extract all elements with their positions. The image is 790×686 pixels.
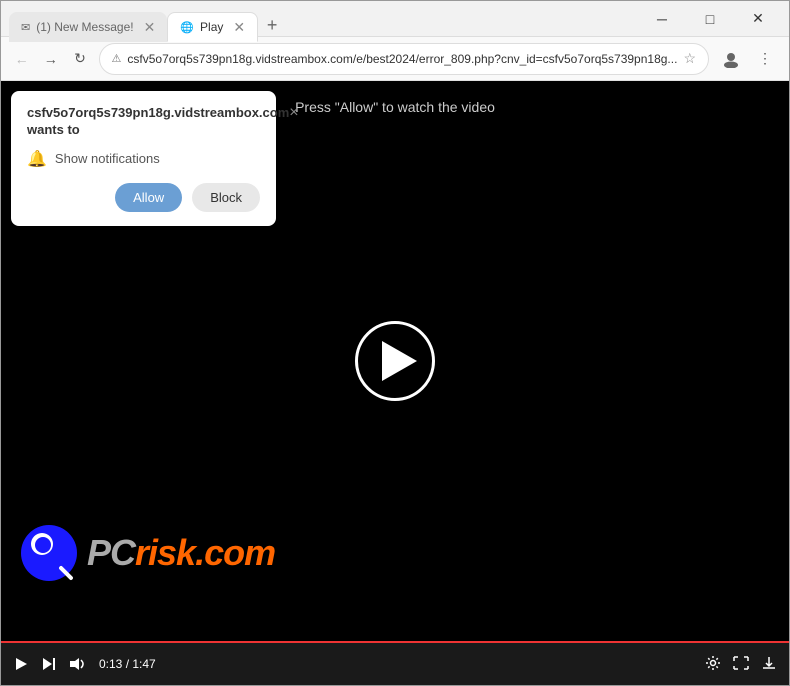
browser-window: ✉ (1) New Message! ✕ 🌐 Play ✕ + ─ □ ✕ ← … (0, 0, 790, 686)
menu-icon[interactable]: ⋮ (751, 45, 779, 73)
bell-icon: 🔔 (27, 149, 47, 169)
new-tab-button[interactable]: + (258, 11, 286, 39)
pcrisk-logo: PCrisk.com (21, 525, 275, 581)
tab-bar: ✉ (1) New Message! ✕ 🌐 Play ✕ + (9, 1, 639, 36)
minimize-button[interactable]: ─ (639, 4, 685, 34)
maximize-button[interactable]: □ (687, 4, 733, 34)
popup-notification-row: 🔔 Show notifications (27, 149, 260, 169)
forward-button[interactable]: → (40, 45, 61, 73)
fullscreen-icon[interactable] (733, 656, 749, 673)
bookmark-icon[interactable]: ☆ (683, 50, 696, 67)
notification-popup: csfv5o7orq5s739pn18g.vidstreambox.com wa… (11, 91, 276, 226)
video-controls: 0:13 / 1:47 (1, 641, 789, 685)
close-button[interactable]: ✕ (735, 4, 781, 34)
settings-icon[interactable] (705, 655, 721, 674)
popup-title: csfv5o7orq5s739pn18g.vidstreambox.com wa… (27, 105, 289, 139)
tab-email-label: (1) New Message! (36, 20, 133, 34)
tab-play[interactable]: 🌐 Play ✕ (167, 12, 258, 42)
url-text: csfv5o7orq5s739pn18g.vidstreambox.com/e/… (127, 52, 677, 66)
video-time: 0:13 / 1:47 (99, 657, 156, 671)
menu-dots: ⋮ (758, 50, 772, 67)
magnifier-icon (58, 565, 74, 581)
play-triangle-icon (382, 341, 417, 381)
url-bar[interactable]: ⚠ csfv5o7orq5s739pn18g.vidstreambox.com/… (99, 43, 709, 75)
play-tab-icon: 🌐 (180, 21, 194, 34)
tab-play-label: Play (200, 20, 223, 34)
address-bar: ← → ↻ ⚠ csfv5o7orq5s739pn18g.vidstreambo… (1, 37, 789, 81)
window-controls: ─ □ ✕ (639, 4, 781, 34)
download-icon[interactable] (761, 655, 777, 674)
tab-email-close[interactable]: ✕ (144, 19, 156, 36)
pcrisk-ball-icon (21, 525, 77, 581)
popup-header: csfv5o7orq5s739pn18g.vidstreambox.com wa… (27, 105, 260, 139)
block-button[interactable]: Block (192, 183, 260, 212)
email-tab-icon: ✉ (21, 21, 30, 34)
press-allow-text: Press "Allow" to watch the video (295, 99, 495, 115)
refresh-button[interactable]: ↻ (69, 45, 90, 73)
allow-button[interactable]: Allow (115, 183, 182, 212)
tab-play-close[interactable]: ✕ (233, 19, 245, 36)
popup-notification-label: Show notifications (55, 151, 160, 166)
titlebar: ✉ (1) New Message! ✕ 🌐 Play ✕ + ─ □ ✕ (1, 1, 789, 37)
popup-close-button[interactable]: × (289, 105, 298, 121)
video-next-button[interactable] (41, 656, 57, 672)
play-button[interactable] (355, 321, 435, 401)
video-play-pause-button[interactable] (13, 656, 29, 672)
toolbar-icons: ⋮ (717, 45, 779, 73)
popup-buttons: Allow Block (27, 183, 260, 212)
volume-icon[interactable] (69, 657, 87, 671)
pcrisk-text: PCrisk.com (87, 532, 275, 574)
browser-content: csfv5o7orq5s739pn18g.vidstreambox.com wa… (1, 81, 789, 685)
back-button[interactable]: ← (11, 45, 32, 73)
tab-email[interactable]: ✉ (1) New Message! ✕ (9, 12, 167, 42)
profile-icon[interactable] (717, 45, 745, 73)
security-icon: ⚠ (112, 52, 122, 65)
